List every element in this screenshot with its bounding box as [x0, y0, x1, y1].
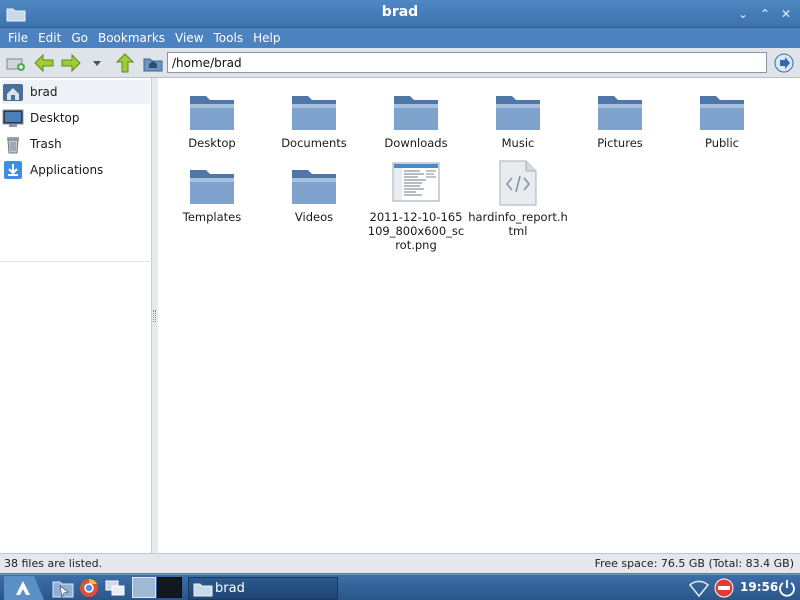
sidebar-separator: [0, 261, 152, 262]
close-button[interactable]: ✕: [778, 6, 794, 22]
folder-icon: [292, 170, 336, 204]
file-item-pictures[interactable]: Pictures: [570, 92, 670, 150]
sidebar-item-applications[interactable]: Applications: [2, 158, 150, 182]
up-button[interactable]: [113, 51, 137, 75]
clock[interactable]: 19:56: [740, 580, 778, 594]
sidebar-item-label: Desktop: [30, 111, 80, 125]
menu-tools[interactable]: Tools: [209, 29, 249, 47]
folder-icon: [394, 96, 438, 130]
folder-icon: [700, 96, 744, 130]
go-button[interactable]: [772, 51, 796, 75]
sidebar-item-trash[interactable]: Trash: [2, 132, 150, 156]
home-button[interactable]: [141, 51, 165, 75]
file-label: 2011-12-10-165109_800x600_scrot.png: [367, 210, 465, 252]
menu-bar: File Edit Go Bookmarks View Tools Help: [0, 28, 800, 48]
folder-icon: [190, 170, 234, 204]
menu-edit[interactable]: Edit: [33, 29, 66, 47]
taskbar-window-label: brad: [215, 581, 245, 596]
folder-icon: [496, 96, 540, 130]
window-switcher-icon[interactable]: [104, 578, 126, 598]
file-view: Desktop Documents Downloads Music Pictur…: [158, 78, 800, 553]
title-bar[interactable]: brad ⌄ ⌃ ✕: [0, 0, 800, 28]
file-item-templates[interactable]: Templates: [162, 166, 262, 224]
file-count-status: 38 files are listed.: [4, 557, 103, 570]
home-icon: [2, 82, 24, 102]
folder-icon: [598, 96, 642, 130]
desktop-icon: [2, 108, 24, 128]
menu-file[interactable]: File: [3, 29, 33, 47]
file-item-music[interactable]: Music: [468, 92, 568, 150]
file-item-hardinfo-html[interactable]: hardinfo_report.html: [468, 160, 568, 238]
sidebar-item-brad[interactable]: brad: [2, 80, 150, 104]
file-item-documents[interactable]: Documents: [264, 92, 364, 150]
sidebar-item-desktop[interactable]: Desktop: [2, 106, 150, 130]
start-menu-icon[interactable]: [4, 576, 44, 600]
file-item-videos[interactable]: Videos: [264, 166, 364, 224]
file-label: Videos: [294, 210, 334, 224]
maximize-button[interactable]: ⌃: [757, 6, 773, 22]
sidebar-item-label: brad: [30, 85, 58, 99]
html-file-icon: [499, 160, 537, 206]
free-space-status: Free space: 76.5 GB (Total: 83.4 GB): [594, 557, 794, 570]
history-dropdown-icon: [93, 61, 101, 66]
sidebar-item-label: Trash: [30, 137, 62, 151]
file-item-desktop[interactable]: Desktop: [162, 92, 262, 150]
file-item-public[interactable]: Public: [672, 92, 772, 150]
file-label: Templates: [182, 210, 242, 224]
menu-bookmarks[interactable]: Bookmarks: [93, 29, 170, 47]
forward-arrow-icon: [61, 54, 81, 72]
minimize-button[interactable]: ⌄: [735, 6, 751, 22]
taskbar: brad 19:56: [0, 574, 800, 600]
workspace-2-icon[interactable]: [157, 577, 182, 598]
taskbar-window-brad[interactable]: brad: [188, 577, 338, 600]
file-label: Desktop: [188, 136, 236, 150]
browser-icon[interactable]: [78, 578, 100, 598]
applications-icon: [2, 160, 24, 180]
folder-icon: [193, 583, 213, 597]
file-label: Downloads: [384, 136, 448, 150]
history-dropdown[interactable]: [88, 51, 106, 75]
power-icon[interactable]: [776, 578, 798, 598]
path-input[interactable]: [167, 52, 767, 73]
sidebar: brad Desktop Trash Applications: [0, 78, 152, 553]
new-tab-button[interactable]: [4, 51, 28, 75]
file-manager-launcher-icon[interactable]: [52, 578, 74, 598]
workspace-1-icon[interactable]: [132, 577, 156, 598]
new-tab-icon: [6, 58, 25, 71]
file-label: Pictures: [597, 136, 643, 150]
back-arrow-icon: [34, 54, 54, 72]
splitter-grip[interactable]: [153, 310, 156, 322]
network-icon[interactable]: [688, 578, 710, 598]
status-bar: 38 files are listed. Free space: 76.5 GB…: [0, 553, 800, 573]
home-folder-icon: [143, 58, 163, 72]
up-arrow-icon: [116, 53, 134, 73]
back-button[interactable]: [32, 51, 56, 75]
image-thumbnail-icon: [392, 162, 440, 202]
sidebar-item-label: Applications: [30, 163, 104, 177]
file-item-screenshot-png[interactable]: 2011-12-10-165109_800x600_scrot.png: [366, 162, 466, 252]
file-item-downloads[interactable]: Downloads: [366, 92, 466, 150]
forward-button[interactable]: [59, 51, 83, 75]
menu-help[interactable]: Help: [248, 29, 285, 47]
window-title: brad: [381, 4, 419, 20]
trash-icon: [2, 134, 24, 154]
folder-icon: [292, 96, 336, 130]
file-label: hardinfo_report.html: [468, 210, 568, 238]
go-icon: [774, 53, 794, 73]
menu-view[interactable]: View: [170, 29, 208, 47]
file-label: Music: [501, 136, 535, 150]
menu-go[interactable]: Go: [66, 29, 93, 47]
folder-icon: [190, 96, 234, 130]
file-label: Documents: [281, 136, 347, 150]
stop-icon[interactable]: [713, 578, 735, 598]
file-label: Public: [704, 136, 740, 150]
